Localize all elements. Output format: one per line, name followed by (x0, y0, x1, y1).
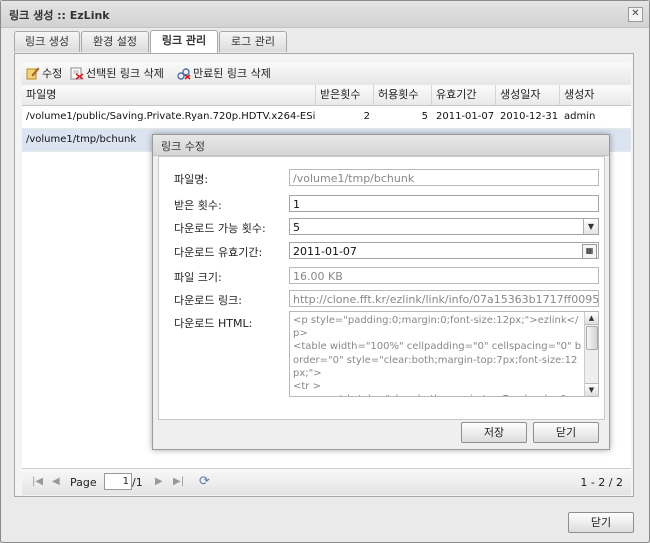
cell-received: 2 (363, 111, 370, 122)
page-number-input[interactable]: 1 (104, 473, 132, 490)
column-header-created[interactable]: 생성일자 (496, 85, 560, 105)
delete-selected-button[interactable]: 선택된 링크 삭제 (70, 66, 164, 82)
paging-toolbar: |◀ ◀ Page 1 /1 ▶ ▶| ⟳ 1 - 2 / 2 (22, 468, 631, 495)
scroll-down-icon[interactable]: ▼ (585, 383, 598, 396)
dialog-titlebar[interactable]: 링크 수정 (153, 135, 609, 156)
dialog-form: 파일명: /volume1/tmp/bchunk 받은 횟수: 1 다운로드 가… (158, 156, 605, 420)
download-html-label: 다운로드 HTML: (174, 317, 253, 330)
download-html-text: <p style="padding:0;margin:0;font-size:1… (293, 315, 582, 396)
edit-button[interactable]: 수정 (26, 66, 62, 82)
expiry-label: 다운로드 유효기간: (174, 246, 263, 259)
last-page-icon[interactable]: ▶| (173, 476, 184, 487)
scroll-thumb[interactable] (586, 326, 598, 350)
save-button[interactable]: 저장 (461, 422, 527, 443)
delete-expired-button[interactable]: 만료된 링크 삭제 (177, 66, 271, 82)
download-link-field[interactable]: http://clone.fft.kr/ezlink/link/info/07a… (289, 290, 599, 307)
tab-log-management[interactable]: 로그 관리 (219, 31, 287, 52)
cell-expiry: 2011-01-07 (436, 111, 495, 122)
column-header-filename[interactable]: 파일명 (22, 85, 316, 105)
dialog-title: 링크 수정 (161, 140, 205, 153)
column-header-creator[interactable]: 생성자 (560, 85, 631, 105)
cell-allowed: 5 (421, 111, 428, 122)
page-label: Page (70, 476, 97, 489)
first-page-icon[interactable]: |◀ (32, 476, 43, 487)
paging-range: 1 - 2 / 2 (580, 476, 623, 489)
edit-link-dialog: 링크 수정 파일명: /volume1/tmp/bchunk 받은 횟수: 1 … (152, 134, 610, 450)
window-close-icon[interactable]: ✕ (628, 7, 643, 22)
main-close-button[interactable]: 닫기 (568, 512, 634, 533)
table-row[interactable]: /volume1/public/Saving.Private.Ryan.720p… (22, 106, 631, 129)
edit-button-label: 수정 (42, 67, 63, 80)
dialog-close-button[interactable]: 닫기 (533, 422, 599, 443)
cell-creator: admin (564, 111, 596, 122)
filename-label: 파일명: (174, 173, 209, 186)
delete-selected-label: 선택된 링크 삭제 (86, 67, 164, 80)
received-count-label: 받은 횟수: (174, 199, 222, 212)
allowed-count-label: 다운로드 가능 횟수: (174, 222, 266, 235)
next-page-icon[interactable]: ▶ (155, 476, 163, 487)
file-size-field[interactable]: 16.00 KB (289, 267, 599, 284)
scroll-up-icon[interactable]: ▲ (585, 312, 598, 325)
tab-settings[interactable]: 환경 설정 (81, 31, 149, 52)
received-count-field[interactable]: 1 (289, 195, 599, 212)
allowed-count-value: 5 (293, 221, 300, 234)
tab-create-link[interactable]: 링크 생성 (14, 31, 80, 52)
window-titlebar[interactable]: 링크 생성 :: EzLink ✕ (1, 1, 649, 28)
file-size-label: 파일 크기: (174, 271, 222, 284)
calendar-icon[interactable]: ▦ (582, 244, 597, 258)
delete-expired-label: 만료된 링크 삭제 (193, 67, 271, 80)
download-link-label: 다운로드 링크: (174, 294, 242, 307)
cell-filename: /volume1/public/Saving.Private.Ryan.720p… (26, 111, 316, 122)
column-header-received[interactable]: 받은횟수 (316, 85, 374, 105)
window-title: 링크 생성 :: EzLink (9, 9, 110, 22)
edit-icon (26, 67, 40, 80)
grid-toolbar: 수정 선택된 링크 삭제 만료된 링크 삭제 (22, 63, 631, 86)
download-html-textarea[interactable]: <p style="padding:0;margin:0;font-size:1… (289, 311, 599, 397)
prev-page-icon[interactable]: ◀ (52, 476, 60, 487)
html-scrollbar[interactable]: ▲ ▼ (584, 312, 598, 396)
cell-created: 2010-12-31 (500, 111, 559, 122)
delete-expired-icon (177, 68, 191, 80)
total-pages: /1 (132, 476, 143, 489)
delete-selected-icon (70, 67, 84, 80)
column-header-allowed[interactable]: 허용횟수 (374, 85, 432, 105)
tab-link-management[interactable]: 링크 관리 (150, 30, 218, 53)
expiry-date-value: 2011-01-07 (293, 245, 357, 258)
column-header-expiry[interactable]: 유효기간 (432, 85, 496, 105)
chevron-down-icon[interactable]: ▼ (583, 219, 598, 234)
grid-header: 파일명 받은횟수 허용횟수 유효기간 생성일자 생성자 (22, 85, 631, 106)
expiry-date-field[interactable]: 2011-01-07 ▦ (289, 242, 599, 259)
filename-field[interactable]: /volume1/tmp/bchunk (289, 169, 599, 186)
allowed-count-select[interactable]: 5 ▼ (289, 218, 599, 235)
refresh-icon[interactable]: ⟳ (199, 474, 210, 489)
